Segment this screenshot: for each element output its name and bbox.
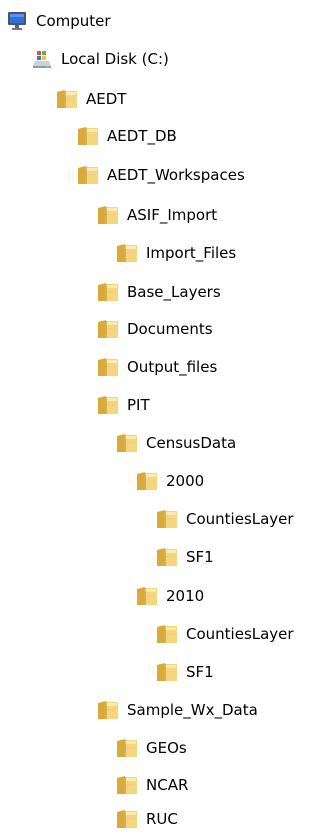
folder-icon [155,507,179,531]
folder-icon [115,736,139,760]
tree-node-countieslayer[interactable]: CountiesLayer [155,619,294,649]
tree-node-local-disk-c[interactable]: Local Disk (C:) [30,44,169,74]
tree-node-label: Base_Layers [127,283,221,301]
tree-node-geos[interactable]: GEOs [115,733,187,763]
tree-node-base-layers[interactable]: Base_Layers [96,277,221,307]
tree-node-ruc[interactable]: RUC [115,804,178,834]
tree-node-aedt-workspaces[interactable]: AEDT_Workspaces [76,160,245,190]
tree-node-pit[interactable]: PIT [96,390,150,420]
tree-node-label: Documents [127,320,213,338]
folder-icon [115,773,139,797]
folder-icon [135,584,159,608]
tree-node-label: CensusData [146,434,237,452]
folder-icon [76,163,100,187]
folder-icon [115,241,139,265]
tree-node-2000[interactable]: 2000 [135,466,204,496]
computer-icon [5,9,29,33]
tree-node-censusdata[interactable]: CensusData [115,428,236,458]
folder-icon [96,280,120,304]
tree-node-output-files[interactable]: Output_files [96,352,217,382]
tree-node-sample-wx-data[interactable]: Sample_Wx_Data [96,695,258,725]
tree-node-documents[interactable]: Documents [96,314,213,344]
folder-icon [96,317,120,341]
tree-node-label: ASIF_Import [127,206,218,224]
tree-node-computer[interactable]: Computer [5,6,111,36]
folder-icon [155,545,179,569]
folder-icon [96,698,120,722]
tree-node-label: AEDT [86,90,127,108]
local-disk-icon [30,47,54,71]
tree-node-label: SF1 [186,663,214,681]
tree-node-label: SF1 [186,548,214,566]
folder-icon [96,393,120,417]
tree-node-label: AEDT_Workspaces [107,166,245,184]
tree-node-aedt[interactable]: AEDT [55,84,126,114]
folder-icon [96,203,120,227]
tree-node-label: GEOs [146,739,187,757]
tree-node-label: 2000 [166,472,205,490]
tree-node-sf1[interactable]: SF1 [155,657,214,687]
folder-icon [76,124,100,148]
folder-icon [155,622,179,646]
tree-node-sf1[interactable]: SF1 [155,542,214,572]
tree-node-label: Computer [36,12,111,30]
tree-node-ncar[interactable]: NCAR [115,770,188,800]
tree-node-2010[interactable]: 2010 [135,581,204,611]
folder-icon [96,355,120,379]
tree-node-asif-import[interactable]: ASIF_Import [96,200,217,230]
tree-node-label: RUC [146,810,178,828]
folder-icon [55,87,79,111]
tree-node-label: PIT [127,396,150,414]
tree-node-countieslayer[interactable]: CountiesLayer [155,504,294,534]
tree-node-aedt-db[interactable]: AEDT_DB [76,121,177,151]
tree-node-label: Output_files [127,358,218,376]
tree-node-label: Import_Files [146,244,237,262]
tree-node-label: Sample_Wx_Data [127,701,258,719]
tree-node-label: Local Disk (C:) [61,50,169,68]
folder-tree: Computer Local Disk (C:) AEDT AEDT_DB AE… [0,0,332,834]
folder-icon [155,660,179,684]
tree-node-label: AEDT_DB [107,127,177,145]
folder-icon [135,469,159,493]
folder-icon [115,431,139,455]
tree-node-import-files[interactable]: Import_Files [115,238,236,268]
tree-node-label: CountiesLayer [186,510,294,528]
tree-node-label: NCAR [146,776,189,794]
folder-icon [115,807,139,831]
tree-node-label: 2010 [166,587,205,605]
tree-node-label: CountiesLayer [186,625,294,643]
